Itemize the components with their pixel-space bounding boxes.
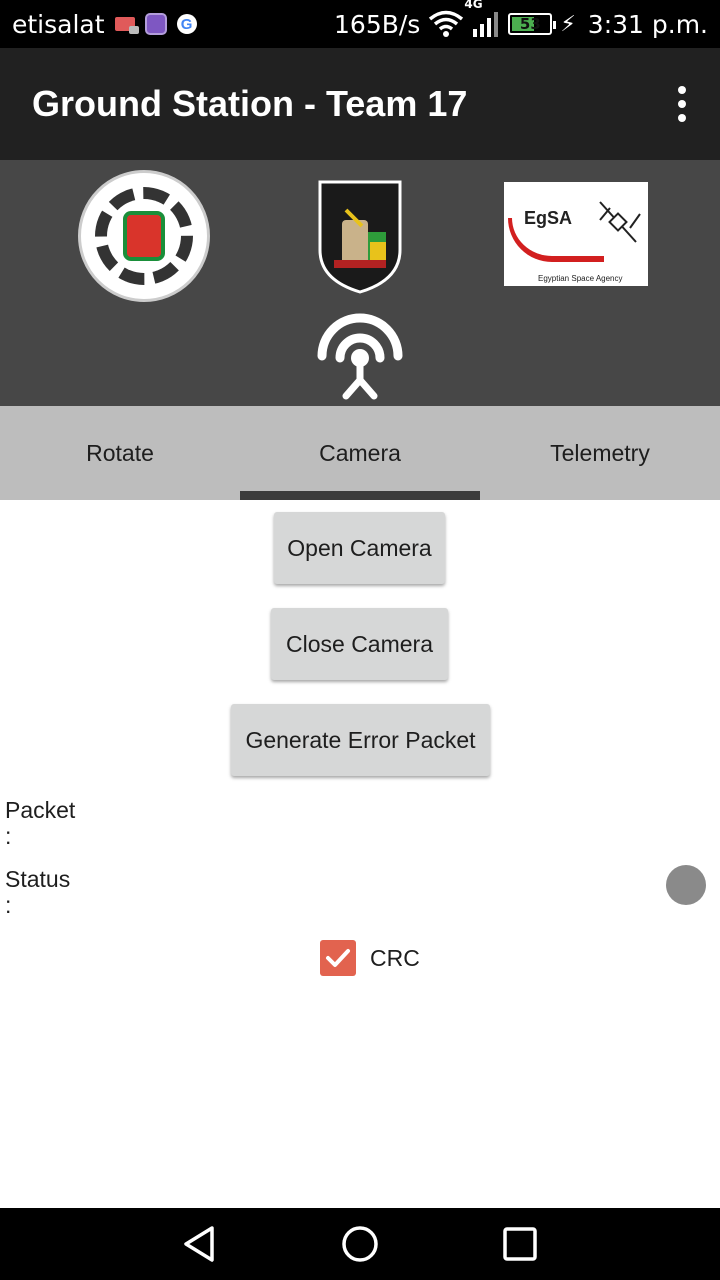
tab-telemetry[interactable]: Telemetry [480,406,720,500]
header-banner: EgSA Egyptian Space Agency [0,160,720,406]
carrier-name: etisalat [12,9,105,39]
tab-bar: Rotate Camera Telemetry [0,406,720,500]
tab-label: Telemetry [550,439,650,466]
google-icon: G [176,14,197,34]
clock: 3:31 p.m. [587,9,708,39]
egsa-logo-text: EgSA [524,208,573,228]
battery-icon: 53 [508,13,557,35]
generate-error-packet-button[interactable]: Generate Error Packet [231,704,490,776]
tab-rotate[interactable]: Rotate [0,406,240,500]
university-shield-logo [318,180,402,294]
open-camera-button[interactable]: Open Camera [274,512,445,584]
status-indicator [666,865,706,905]
satellite-icon [599,201,641,243]
net-speed: 165B/s [334,9,421,39]
overflow-menu-icon[interactable] [674,86,690,122]
packet-label: Packet [5,797,76,823]
egsa-logo-subtext: Egyptian Space Agency [538,274,623,283]
battery-level: 53 [519,15,541,33]
navigation-bar [0,1208,720,1280]
message-icon [114,17,139,34]
checkbox-checked-icon[interactable] [320,940,356,976]
wifi-icon [429,10,464,37]
tab-label: Camera [319,439,401,466]
status-field: Status : [5,866,70,918]
tab-camera[interactable]: Camera [240,406,480,500]
app-title: Ground Station - Team 17 [32,83,468,124]
tab-label: Rotate [86,439,154,466]
status-colon: : [5,892,12,918]
packet-colon: : [5,823,12,849]
crc-label: CRC [370,944,420,971]
status-label: Status [5,866,71,892]
antenna-icon [317,313,403,400]
signal-icon [473,12,499,37]
egsa-logo: EgSA Egyptian Space Agency [504,182,648,286]
gallery-icon [144,13,167,35]
crc-checkbox[interactable]: CRC [320,940,420,976]
recent-apps-icon[interactable] [500,1224,540,1264]
charging-icon: ⚡ [560,11,576,37]
faculty-logo [78,170,210,302]
status-bar: etisalat G 165B/s 4G 53 ⚡ 3:31 p.m. [0,0,720,48]
home-icon[interactable] [340,1224,380,1264]
back-icon[interactable] [180,1224,220,1264]
close-camera-button[interactable]: Close Camera [271,608,448,680]
app-bar: Ground Station - Team 17 [0,48,720,160]
network-type: 4G [464,0,483,11]
packet-field: Packet : [5,797,75,849]
